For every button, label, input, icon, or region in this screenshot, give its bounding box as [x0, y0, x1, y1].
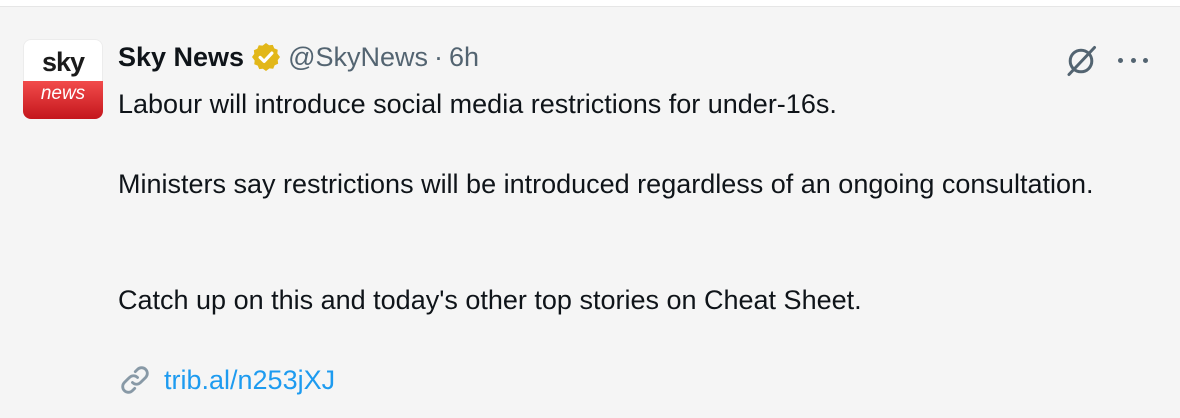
separator-dot: · — [434, 41, 444, 72]
more-dot — [1118, 57, 1123, 63]
tweet-card[interactable]: sky news Sky News @SkyNews · 6h Labour w… — [0, 6, 1180, 418]
link-url[interactable]: trib.al/n253jXJ — [164, 365, 335, 396]
avatar-news-band: news — [23, 81, 103, 119]
timestamp[interactable]: 6h — [449, 42, 479, 73]
handle[interactable]: @SkyNews — [288, 42, 428, 73]
more-dot — [1130, 57, 1136, 63]
avatar-sky-text: sky — [41, 47, 85, 77]
tweet-paragraph: Labour will introduce social media restr… — [118, 89, 837, 119]
tweet-paragraph: Catch up on this and today's other top s… — [118, 285, 862, 315]
more-dot — [1143, 57, 1148, 63]
avatar[interactable]: sky news — [23, 39, 103, 119]
more-icon[interactable] — [1118, 47, 1148, 73]
verified-badge-icon[interactable] — [250, 41, 282, 73]
grok-icon[interactable] — [1063, 43, 1099, 79]
link-icon — [121, 366, 149, 394]
avatar-news-text: news — [40, 83, 86, 104]
tweet-link[interactable]: trib.al/n253jXJ — [118, 363, 335, 397]
tweet-header: Sky News @SkyNews · 6h — [118, 37, 479, 77]
display-name[interactable]: Sky News — [118, 42, 244, 73]
tweet-paragraph: Ministers say restrictions will be intro… — [118, 169, 1094, 199]
